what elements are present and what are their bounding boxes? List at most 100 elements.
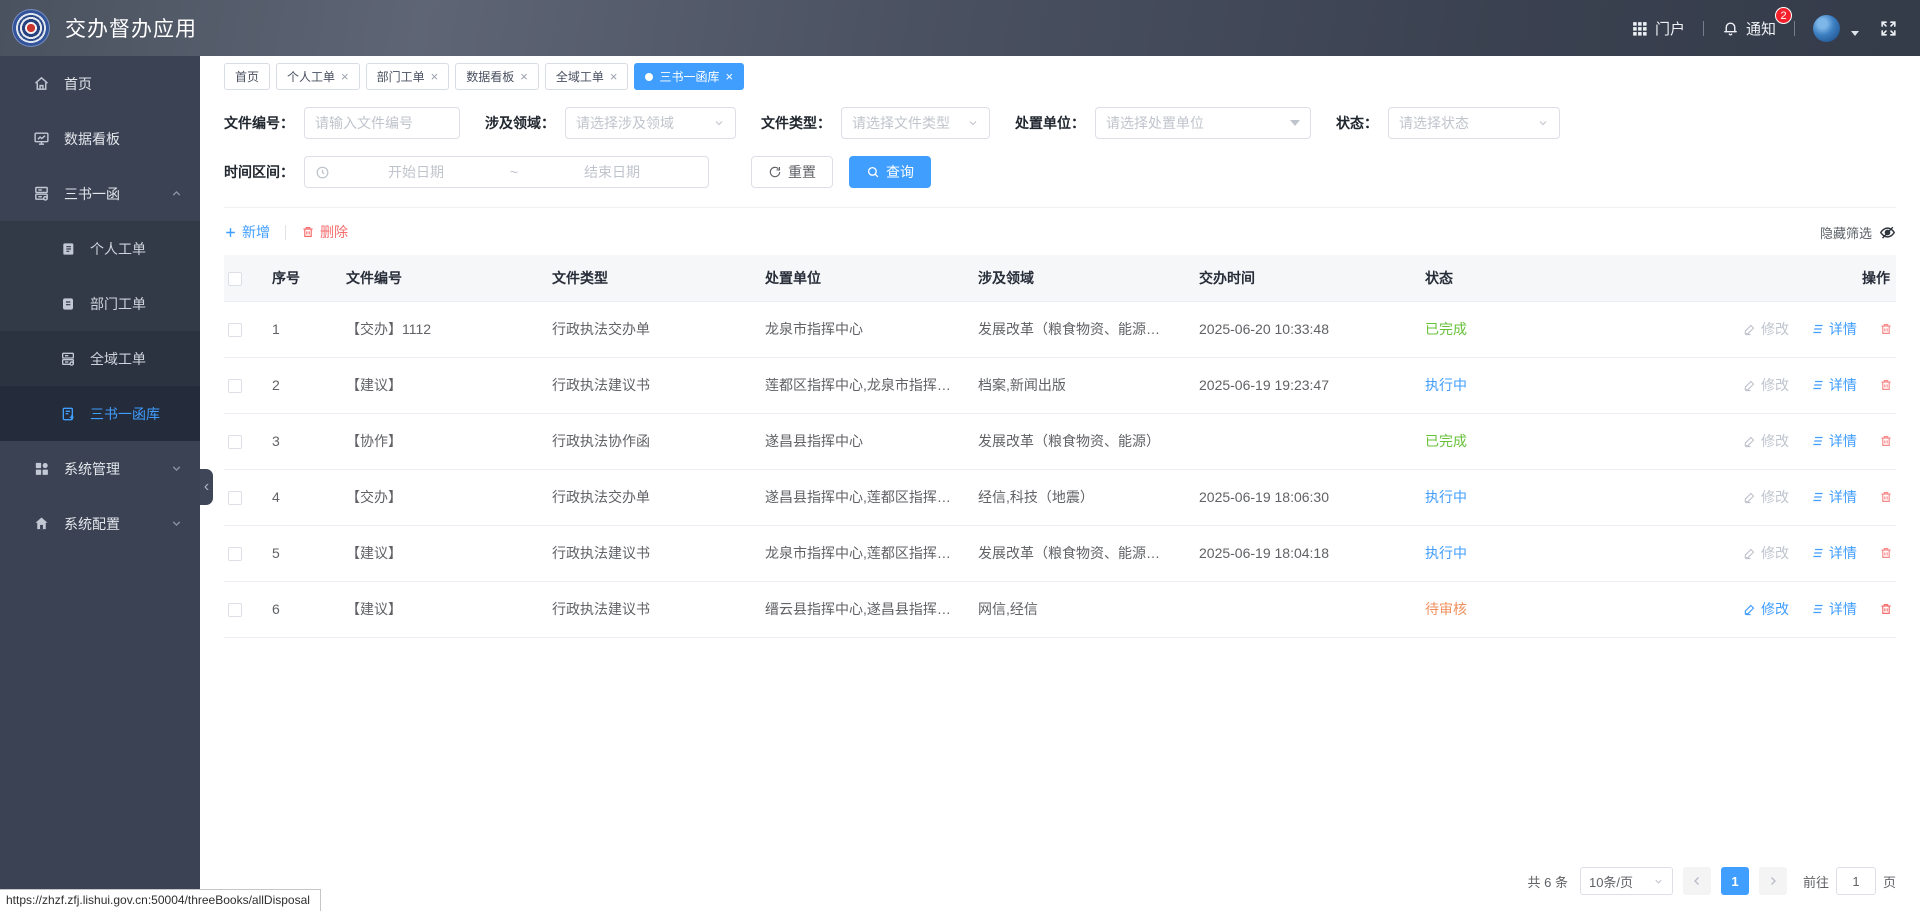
detail-button[interactable]: 详情 <box>1811 543 1857 563</box>
delete-row-button[interactable]: 删除 <box>1879 543 1896 563</box>
notebook-icon <box>60 296 76 312</box>
sidebar-collapse-handle[interactable]: ‹ <box>200 469 213 505</box>
sidebar-item-label: 数据看板 <box>64 129 120 149</box>
sidebar-item-dashboard[interactable]: 数据看板 <box>0 111 200 166</box>
cell-file-no: 【建议】 <box>338 581 544 637</box>
table-row: 5 【建议】 行政执法建议书 龙泉市指挥中心,莲都区指挥… 发展改革（粮食物资、… <box>224 525 1896 581</box>
filter-file-type: 文件类型： 请选择文件类型 <box>761 107 990 139</box>
list-icon <box>1811 602 1825 616</box>
status-select[interactable]: 请选择状态 <box>1388 107 1560 139</box>
page-size-select[interactable]: 10条/页 <box>1580 867 1673 895</box>
cell-file-no: 【交办】1112 <box>338 301 544 357</box>
trash-icon <box>301 225 315 239</box>
close-icon[interactable]: × <box>431 70 439 83</box>
tab-three-books-library[interactable]: 三书一函库 × <box>634 63 744 90</box>
filter-label: 时间区间： <box>224 162 294 182</box>
delete-row-button[interactable]: 删除 <box>1879 599 1896 619</box>
tab-global-orders[interactable]: 全域工单 × <box>545 63 629 90</box>
row-checkbox[interactable] <box>228 435 242 449</box>
unit-select[interactable]: 请选择处置单位 <box>1095 107 1311 139</box>
delete-row-button[interactable]: 删除 <box>1879 319 1896 339</box>
header-divider <box>1703 21 1704 36</box>
portal-label: 门户 <box>1655 18 1685 39</box>
delete-row-button[interactable]: 删除 <box>1879 431 1896 451</box>
close-icon[interactable]: × <box>520 70 528 83</box>
sidebar-item-personal-orders[interactable]: 个人工单 <box>0 221 200 276</box>
sidebar-item-three-books[interactable]: 三书一函 <box>0 166 200 221</box>
reset-button[interactable]: 重置 <box>751 156 833 188</box>
detail-button[interactable]: 详情 <box>1811 375 1857 395</box>
sidebar-item-system-config[interactable]: 系统配置 <box>0 496 200 551</box>
hide-filter-label: 隐藏筛选 <box>1820 223 1872 242</box>
next-page-button[interactable] <box>1759 867 1787 895</box>
sidebar-item-three-books-library[interactable]: 三书一函库 <box>0 386 200 441</box>
close-icon[interactable]: × <box>341 70 349 83</box>
page-number-1[interactable]: 1 <box>1721 867 1749 895</box>
delete-row-button[interactable]: 删除 <box>1879 375 1896 395</box>
cell-file-type: 行政执法建议书 <box>544 357 757 413</box>
chevron-up-icon <box>170 187 183 200</box>
pagination-total: 共 6 条 <box>1528 872 1568 891</box>
filter-label: 文件编号： <box>224 113 294 133</box>
sidebar-item-system-management[interactable]: 系统管理 <box>0 441 200 496</box>
edit-button[interactable]: 修改 <box>1743 543 1789 563</box>
status-badge: 执行中 <box>1425 377 1467 393</box>
monitor-icon <box>33 130 50 147</box>
row-checkbox[interactable] <box>228 547 242 561</box>
delete-button[interactable]: 删除 <box>301 222 348 242</box>
sidebar-item-label: 系统配置 <box>64 514 120 534</box>
row-checkbox[interactable] <box>228 603 242 617</box>
user-avatar-menu[interactable] <box>1813 15 1859 42</box>
edit-button[interactable]: 修改 <box>1743 487 1789 507</box>
row-checkbox[interactable] <box>228 491 242 505</box>
reset-label: 重置 <box>788 162 816 182</box>
close-icon[interactable]: × <box>610 70 618 83</box>
edit-button[interactable]: 修改 <box>1743 375 1789 395</box>
cell-seq: 6 <box>264 581 338 637</box>
row-checkbox[interactable] <box>228 379 242 393</box>
sidebar-item-global-orders[interactable]: 全域工单 <box>0 331 200 386</box>
row-checkbox[interactable] <box>228 323 242 337</box>
close-icon[interactable]: × <box>725 70 733 83</box>
chevron-down-icon <box>967 117 979 129</box>
notification-badge: 2 <box>1775 7 1792 24</box>
detail-button[interactable]: 详情 <box>1811 599 1857 619</box>
add-button[interactable]: 新增 <box>224 222 270 242</box>
file-no-input[interactable] <box>304 107 460 139</box>
table-row: 1 【交办】1112 行政执法交办单 龙泉市指挥中心 发展改革（粮食物资、能源…… <box>224 301 1896 357</box>
goto-label: 前往 <box>1803 872 1829 891</box>
select-all-checkbox[interactable] <box>228 272 242 286</box>
detail-button[interactable]: 详情 <box>1811 431 1857 451</box>
app-root: 交办督办应用 门户 通知 2 <box>0 0 1920 911</box>
tab-dashboard[interactable]: 数据看板 × <box>455 63 539 90</box>
cell-file-type: 行政执法建议书 <box>544 525 757 581</box>
portal-button[interactable]: 门户 <box>1631 18 1685 39</box>
field-select[interactable]: 请选择涉及领域 <box>565 107 736 139</box>
sidebar-item-department-orders[interactable]: 部门工单 <box>0 276 200 331</box>
search-button[interactable]: 查询 <box>849 156 931 188</box>
date-range-picker[interactable]: 开始日期 ~ 结束日期 <box>304 156 709 188</box>
tab-department-orders[interactable]: 部门工单 × <box>366 63 450 90</box>
fullscreen-button[interactable] <box>1879 19 1898 38</box>
col-status: 状态 <box>1417 255 1717 301</box>
delete-row-button[interactable]: 删除 <box>1879 487 1896 507</box>
edit-button[interactable]: 修改 <box>1743 431 1789 451</box>
detail-button[interactable]: 详情 <box>1811 319 1857 339</box>
tab-personal-orders[interactable]: 个人工单 × <box>276 63 360 90</box>
sidebar-item-home[interactable]: 首页 <box>0 56 200 111</box>
main-content: 首页 个人工单 × 部门工单 × 数据看板 × 全域工单 × 三书一函库 × <box>200 56 1920 911</box>
edit-button[interactable]: 修改 <box>1743 319 1789 339</box>
tab-home[interactable]: 首页 <box>224 63 270 90</box>
cell-field: 网信,经信 <box>970 581 1191 637</box>
app-logo-emblem <box>12 9 50 47</box>
file-type-select[interactable]: 请选择文件类型 <box>841 107 990 139</box>
cell-time <box>1191 413 1417 469</box>
notification-label: 通知 <box>1746 18 1776 39</box>
hide-filter-button[interactable]: 隐藏筛选 <box>1820 223 1896 242</box>
detail-button[interactable]: 详情 <box>1811 487 1857 507</box>
notification-button[interactable]: 通知 2 <box>1722 18 1776 39</box>
goto-page-input[interactable] <box>1836 867 1876 895</box>
prev-page-button[interactable] <box>1683 867 1711 895</box>
edit-button[interactable]: 修改 <box>1743 599 1789 619</box>
bell-icon <box>1722 20 1739 37</box>
